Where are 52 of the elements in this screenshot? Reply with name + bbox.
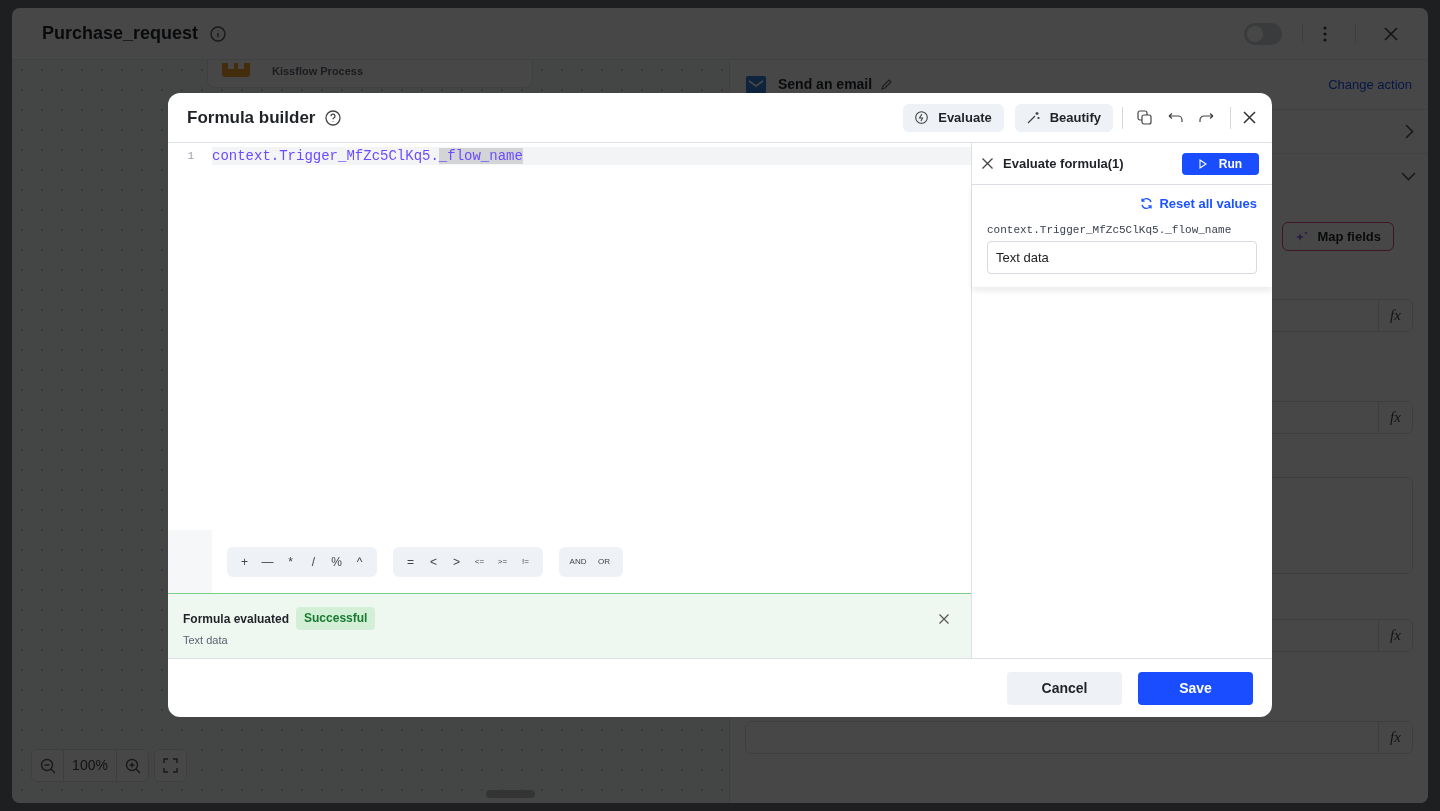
evaluate-button[interactable]: Evaluate <box>903 103 1004 132</box>
redo-icon[interactable] <box>1199 112 1214 123</box>
close-icon[interactable] <box>1243 111 1256 124</box>
more-icon[interactable] <box>1323 25 1327 42</box>
save-button[interactable]: Save <box>1138 671 1253 705</box>
operator-button[interactable]: % <box>325 547 348 577</box>
operator-button[interactable]: != <box>514 547 537 577</box>
close-icon[interactable] <box>982 158 993 169</box>
chevron-down-icon[interactable] <box>1401 171 1416 181</box>
bolt-icon <box>915 111 929 124</box>
operator-button[interactable]: * <box>279 547 302 577</box>
operator-button[interactable]: < <box>422 547 445 577</box>
operator-button[interactable]: / <box>302 547 325 577</box>
zoom-in-icon <box>124 757 141 774</box>
undo-icon[interactable] <box>1168 112 1183 123</box>
operator-button[interactable]: >= <box>491 547 514 577</box>
info-icon[interactable] <box>210 25 227 42</box>
operator-button[interactable]: AND <box>565 547 591 577</box>
operator-button[interactable]: — <box>256 547 279 577</box>
copy-icon[interactable] <box>1137 110 1152 125</box>
refresh-icon <box>1140 197 1154 211</box>
action-title: Send an email <box>778 75 873 94</box>
operator-button[interactable]: = <box>399 547 422 577</box>
sparkle-icon <box>1295 230 1310 243</box>
panel-title: Evaluate formula(1) <box>1003 154 1124 173</box>
fullscreen-icon <box>163 758 178 773</box>
fit-screen-button[interactable] <box>154 749 187 782</box>
beautify-button[interactable]: Beautify <box>1014 103 1113 132</box>
play-icon <box>1198 158 1207 169</box>
edit-icon[interactable] <box>880 78 893 91</box>
result-title: Formula evaluated <box>183 610 290 628</box>
zoom-out-icon <box>39 757 56 774</box>
variable-label: context.Trigger_MfZc5ClKq5._flow_name <box>987 222 1233 238</box>
operator-button[interactable]: <= <box>468 547 491 577</box>
reset-values-link[interactable]: Reset all values <box>1140 194 1257 214</box>
close-icon[interactable] <box>939 614 949 624</box>
line-number: 1 <box>186 149 195 164</box>
status-badge: Successful <box>296 607 376 630</box>
value-field[interactable]: Text data <box>987 241 1257 274</box>
help-icon[interactable] <box>325 109 342 126</box>
cancel-button[interactable]: Cancel <box>1007 671 1122 705</box>
magic-wand-icon <box>1026 111 1040 124</box>
run-button[interactable]: Run <box>1182 152 1259 175</box>
chevron-right-icon[interactable] <box>1405 124 1414 139</box>
result-value: Text data <box>183 633 229 648</box>
page-title: Purchase_request <box>42 22 199 45</box>
operator-button[interactable]: OR <box>591 547 617 577</box>
operator-button[interactable]: > <box>445 547 468 577</box>
process-icon <box>222 63 250 77</box>
dialog-title: Formula builder <box>187 106 316 129</box>
operator-button[interactable]: ^ <box>348 547 371 577</box>
operator-button[interactable]: + <box>233 547 256 577</box>
